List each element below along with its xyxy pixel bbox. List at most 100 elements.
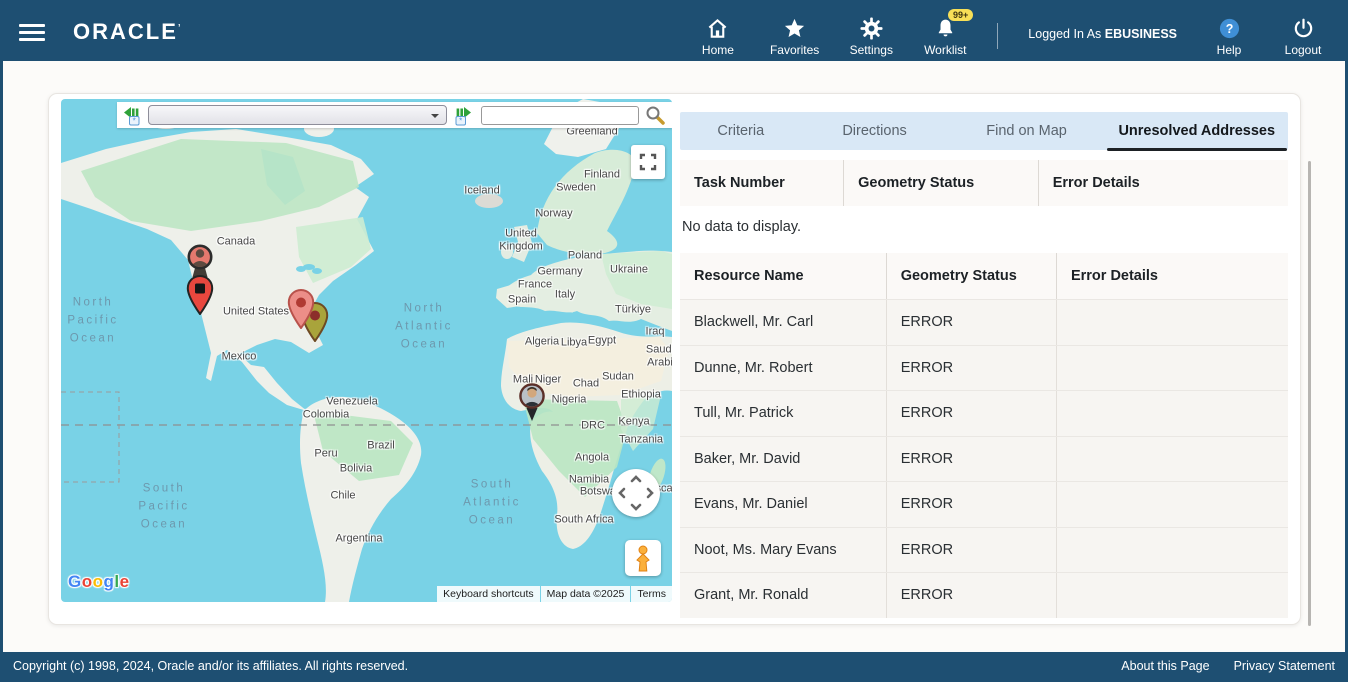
logged-in-user: EBUSINESS — [1105, 27, 1177, 41]
search-icon[interactable] — [645, 105, 665, 125]
table-row: Dunne, Mr. RobertERROR — [680, 345, 1288, 391]
pin-black-square-marker[interactable] — [186, 275, 214, 320]
star-icon — [783, 16, 806, 40]
table-row: Baker, Mr. DavidERROR — [680, 436, 1288, 482]
geometry-status-cell: ERROR — [887, 300, 1057, 345]
column-header: Error Details — [1039, 160, 1288, 206]
topbar-nav-left: Home Favorites Settings Worklist99+ — [696, 7, 967, 57]
resource-name-cell: Evans, Mr. Daniel — [680, 482, 887, 527]
tasks-table-header: Task NumberGeometry StatusError Details — [680, 160, 1288, 206]
pin-light-red-marker[interactable] — [287, 289, 315, 334]
error-details-cell — [1057, 346, 1288, 391]
nav-favorites[interactable]: Favorites — [770, 7, 819, 57]
column-header: Resource Name — [680, 253, 887, 299]
map-canvas[interactable]: GreenlandCanadaUnited StatesMexicoVenezu… — [61, 99, 672, 602]
table-row: Noot, Ms. Mary EvansERROR — [680, 527, 1288, 573]
resource-name-cell: Tull, Mr. Patrick — [680, 391, 887, 436]
footer-bar: Copyright (c) 1998, 2024, Oracle and/or … — [3, 652, 1345, 679]
worklist-badge: 99+ — [948, 9, 973, 21]
panel-tabs: CriteriaDirectionsFind on MapUnresolved … — [680, 112, 1288, 150]
page: ORACLE’ HomeFavoritesSettingsWorklist99+… — [0, 0, 1348, 682]
help-icon: ? — [1218, 16, 1241, 40]
geometry-status-cell: ERROR — [887, 528, 1057, 573]
power-icon — [1292, 16, 1315, 40]
top-bar: ORACLE’ HomeFavoritesSettingsWorklist99+… — [3, 3, 1345, 61]
nav-settings[interactable]: Settings — [849, 7, 893, 57]
home-icon — [706, 16, 729, 40]
map-attribution: Keyboard shortcutsMap data ©2025Terms — [437, 586, 672, 602]
nav-logout[interactable]: Logout — [1281, 7, 1325, 57]
geometry-status-cell: ERROR — [887, 391, 1057, 436]
footer-links: About this Page Privacy Statement — [1121, 659, 1335, 673]
empty-message: No data to display. — [680, 206, 1288, 247]
google-logo[interactable]: Google — [68, 572, 130, 592]
attribution-link[interactable]: Keyboard shortcuts — [437, 586, 539, 602]
attribution-link[interactable]: Map data ©2025 — [541, 586, 631, 602]
resource-name-cell: Dunne, Mr. Robert — [680, 346, 887, 391]
resource-avatar-dark-marker[interactable] — [518, 382, 546, 427]
tab-find-on-map[interactable]: Find on Map — [948, 112, 1106, 150]
column-header: Error Details — [1057, 253, 1288, 299]
tab-unresolved-addresses[interactable]: Unresolved Addresses — [1106, 112, 1288, 150]
route-select[interactable] — [148, 105, 447, 125]
geometry-status-cell: ERROR — [887, 437, 1057, 482]
footer-link[interactable]: Privacy Statement — [1234, 659, 1335, 673]
resource-name-cell: Baker, Mr. David — [680, 437, 887, 482]
error-details-cell — [1057, 437, 1288, 482]
pan-control[interactable] — [612, 469, 660, 517]
resource-name-cell: Blackwell, Mr. Carl — [680, 300, 887, 345]
menu-icon[interactable] — [19, 24, 45, 41]
resources-table-header: Resource NameGeometry StatusError Detail… — [680, 253, 1288, 299]
nav-label: Settings — [850, 43, 893, 57]
table-row: Tull, Mr. PatrickERROR — [680, 390, 1288, 436]
svg-text:*: * — [133, 117, 136, 126]
nav-label: Favorites — [770, 43, 819, 57]
nav-separator — [997, 23, 998, 49]
table-row: Blackwell, Mr. CarlERROR — [680, 299, 1288, 345]
resource-name-cell: Grant, Mr. Ronald — [680, 573, 887, 618]
fullscreen-button[interactable] — [631, 145, 665, 179]
column-header: Geometry Status — [844, 160, 1039, 206]
error-details-cell — [1057, 300, 1288, 345]
pegman-icon[interactable] — [625, 540, 661, 576]
logged-in-as: Logged In As EBUSINESS — [1028, 27, 1177, 41]
nav-label: Help — [1217, 43, 1242, 57]
copyright-text: Copyright (c) 1998, 2024, Oracle and/or … — [13, 659, 408, 673]
nav-label: Home — [702, 43, 734, 57]
svg-text:?: ? — [1225, 21, 1233, 35]
error-details-cell — [1057, 528, 1288, 573]
map-search-input[interactable] — [481, 106, 639, 125]
error-details-cell — [1057, 482, 1288, 527]
footer-link[interactable]: About this Page — [1121, 659, 1209, 673]
map-toolbar: * * — [117, 102, 672, 128]
table-row: Grant, Mr. RonaldERROR — [680, 572, 1288, 618]
nav-label: Logout — [1285, 43, 1322, 57]
oracle-logo: ORACLE’ — [73, 19, 183, 45]
gear-icon — [860, 16, 883, 40]
topbar-nav-right: ? Help Logout — [1207, 7, 1325, 57]
right-panel: CriteriaDirectionsFind on MapUnresolved … — [680, 99, 1288, 619]
map-card: GreenlandCanadaUnited StatesMexicoVenezu… — [48, 93, 1301, 625]
route-next-icon[interactable]: * — [453, 104, 473, 126]
nav-worklist[interactable]: Worklist99+ — [923, 7, 967, 57]
resource-name-cell: Noot, Ms. Mary Evans — [680, 528, 887, 573]
geometry-status-cell: ERROR — [887, 346, 1057, 391]
column-header: Task Number — [680, 160, 844, 206]
nav-help[interactable]: ? Help — [1207, 7, 1251, 57]
topbar-nav: HomeFavoritesSettingsWorklist99+ Logged … — [696, 7, 1329, 57]
route-previous-icon[interactable]: * — [122, 104, 142, 126]
tab-criteria[interactable]: Criteria — [680, 112, 802, 150]
nav-home[interactable]: Home — [696, 7, 740, 57]
geometry-status-cell: ERROR — [887, 573, 1057, 618]
error-details-cell — [1057, 573, 1288, 618]
nav-label: Worklist — [924, 43, 966, 57]
vertical-scrollbar[interactable] — [1308, 161, 1311, 626]
resources-table-body: Blackwell, Mr. CarlERRORDunne, Mr. Rober… — [680, 299, 1288, 618]
content-area: GreenlandCanadaUnited StatesMexicoVenezu… — [3, 61, 1345, 652]
tab-directions[interactable]: Directions — [802, 112, 948, 150]
error-details-cell — [1057, 391, 1288, 436]
table-row: Evans, Mr. DanielERROR — [680, 481, 1288, 527]
map-land — [61, 99, 672, 602]
attribution-link[interactable]: Terms — [631, 586, 672, 602]
geometry-status-cell: ERROR — [887, 482, 1057, 527]
